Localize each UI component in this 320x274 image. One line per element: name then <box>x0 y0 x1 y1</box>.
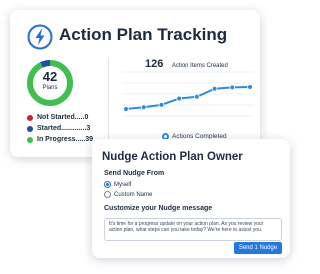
nudge-message-input[interactable]: It's time for a progress update on your … <box>104 218 282 241</box>
divider <box>108 57 109 141</box>
data-point <box>176 95 182 102</box>
data-point <box>247 84 253 90</box>
legend-not-started: Not Started.....0 <box>27 113 88 122</box>
nudge-card: Nudge Action Plan Owner Send Nudge From … <box>92 139 290 258</box>
data-point <box>229 84 236 91</box>
radio-button[interactable] <box>104 181 111 188</box>
data-point <box>140 104 147 111</box>
action-plan-tracking-card: Action Plan Tracking 42 Plans Not Starte… <box>10 10 260 157</box>
legend-label: Not Started.....0 <box>37 114 89 121</box>
data-point <box>158 102 165 108</box>
plans-unit-label: Plans <box>42 85 58 91</box>
message-label: Customize your Nudge message <box>104 205 213 212</box>
legend-label: In Progress.....39 <box>37 136 94 143</box>
card-title: Action Plan Tracking <box>59 25 228 44</box>
radio-option-myself[interactable]: Myself <box>104 181 131 188</box>
legend-started: Started.............3 <box>27 124 90 133</box>
radio-label: Custom Name <box>114 191 153 198</box>
radio-label: Myself <box>114 181 132 188</box>
data-point <box>194 93 200 100</box>
radio-option-custom-name[interactable]: Custom Name <box>104 191 152 198</box>
legend-label: Started.............3 <box>37 125 91 132</box>
plans-total: 42 <box>42 69 58 84</box>
send-from-label: Send Nudge From <box>104 170 165 177</box>
status-dot-icon <box>27 125 33 132</box>
data-point <box>123 106 129 112</box>
legend-in-progress: In Progress.....39 <box>27 135 93 144</box>
nudge-card-title: Nudge Action Plan Owner <box>102 151 243 163</box>
status-dot-icon <box>27 114 33 121</box>
lightning-bolt-icon <box>27 24 53 50</box>
data-point <box>211 85 218 92</box>
send-nudge-button[interactable]: Send 1 Nudge <box>234 242 282 254</box>
actions-line-chart <box>122 71 254 117</box>
status-dot-icon <box>27 136 33 143</box>
radio-button[interactable] <box>104 191 111 198</box>
